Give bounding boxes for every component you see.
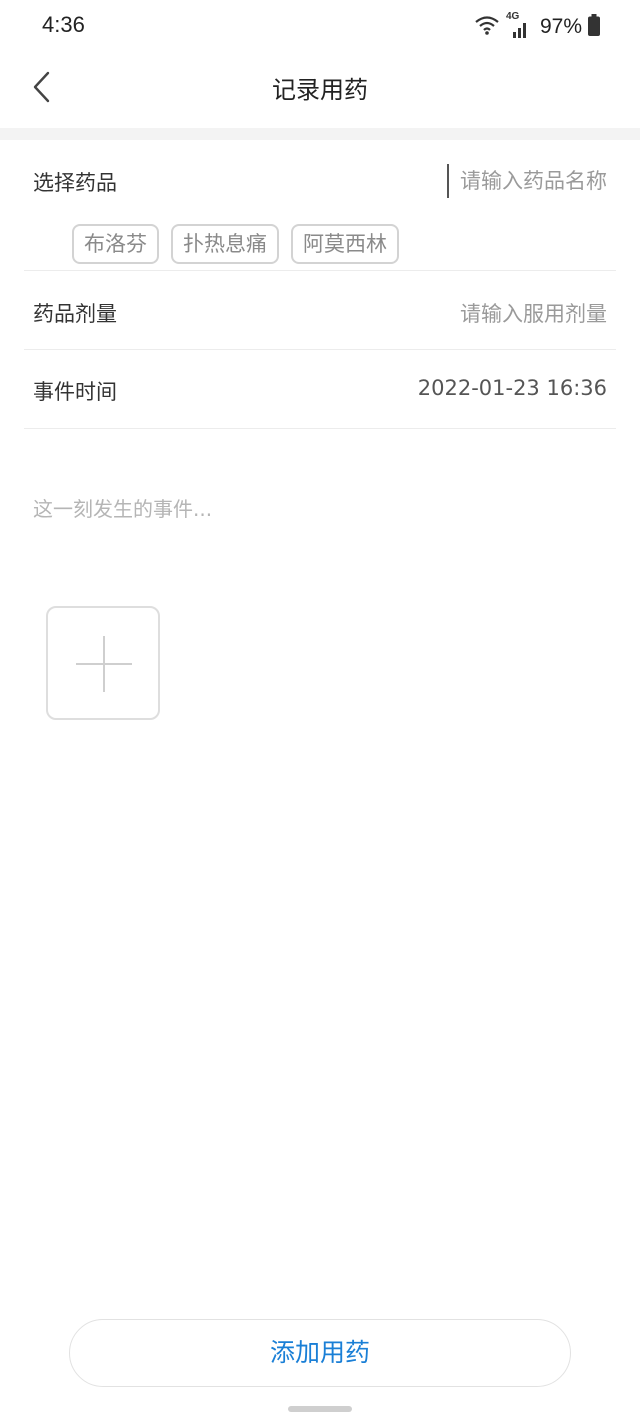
home-indicator [288, 1406, 352, 1412]
battery-icon [588, 14, 600, 40]
dosage-row[interactable]: 药品剂量 请输入服用剂量 [24, 271, 616, 350]
drug-suggestions: 布洛芬 扑热息痛 阿莫西林 [72, 224, 399, 264]
add-photo-button[interactable] [46, 606, 160, 720]
battery-percentage: 97% [539, 15, 582, 38]
section-divider [0, 128, 640, 140]
status-icons: 4G 97% [474, 11, 600, 42]
event-description-input[interactable]: 这一刻发生的事件... [33, 493, 212, 522]
page-title: 记录用药 [272, 76, 368, 104]
dosage-label: 药品剂量 [33, 302, 117, 326]
drug-suggestion-chip[interactable]: 布洛芬 [72, 224, 159, 264]
add-medication-button[interactable]: 添加用药 [69, 1319, 571, 1387]
drug-suggestion-chip[interactable]: 扑热息痛 [171, 224, 279, 264]
status-bar: 4:36 4G 97% [0, 0, 640, 56]
record-medication-screen: 4:36 4G 97% 记录用药 选择药品 请输入药品名称 布洛芬 扑热息痛 阿… [0, 0, 640, 1422]
drug-label: 选择药品 [33, 171, 117, 195]
status-time: 4:36 [42, 12, 85, 37]
app-header: 记录用药 [0, 56, 640, 128]
drug-select-row: 选择药品 布洛芬 扑热息痛 阿莫西林 [24, 140, 616, 271]
drug-name-input[interactable] [447, 164, 607, 198]
drug-suggestion-chip[interactable]: 阿莫西林 [291, 224, 399, 264]
event-time-label: 事件时间 [33, 380, 117, 404]
event-time-row[interactable]: 事件时间 2022-01-23 16:36 [24, 350, 616, 429]
cellular-signal-icon: 4G [506, 11, 530, 40]
dosage-input[interactable]: 请输入服用剂量 [460, 298, 607, 328]
event-time-value[interactable]: 2022-01-23 16:36 [418, 376, 607, 400]
wifi-icon [474, 14, 500, 40]
